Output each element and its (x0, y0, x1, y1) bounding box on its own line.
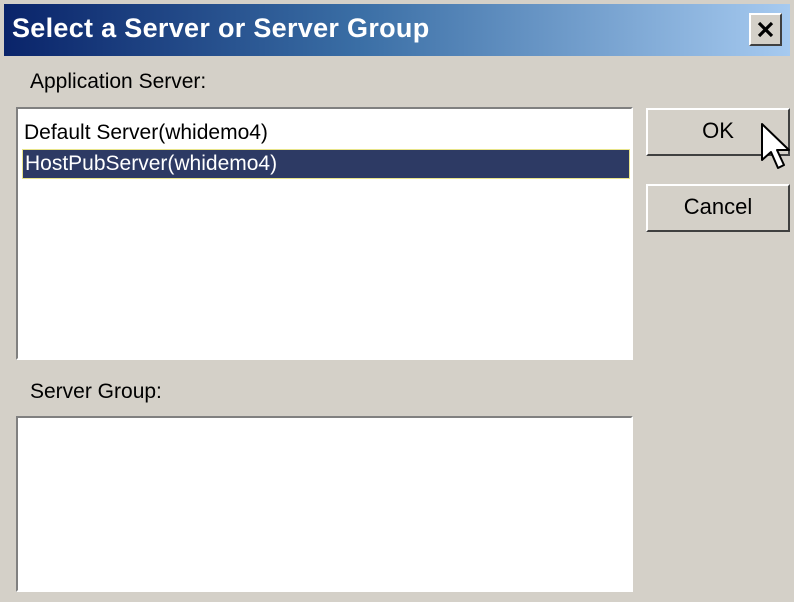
select-server-dialog: Select a Server or Server Group Applicat… (0, 0, 794, 602)
cancel-button[interactable]: Cancel (646, 184, 790, 232)
list-item-default-server[interactable]: Default Server(whidemo4) (22, 119, 627, 149)
window-title: Select a Server or Server Group (12, 13, 430, 43)
list-item-hostpubserver[interactable]: HostPubServer(whidemo4) (22, 149, 630, 179)
application-server-list[interactable]: Default Server(whidemo4) HostPubServer(w… (15, 106, 634, 361)
application-server-label: Application Server: (30, 70, 207, 93)
mouse-pointer-icon (760, 122, 794, 177)
close-button[interactable] (749, 13, 782, 46)
title-bar[interactable]: Select a Server or Server Group (4, 4, 790, 56)
server-group-label: Server Group: (30, 380, 162, 403)
server-group-list[interactable] (15, 415, 634, 593)
close-icon (757, 21, 774, 38)
